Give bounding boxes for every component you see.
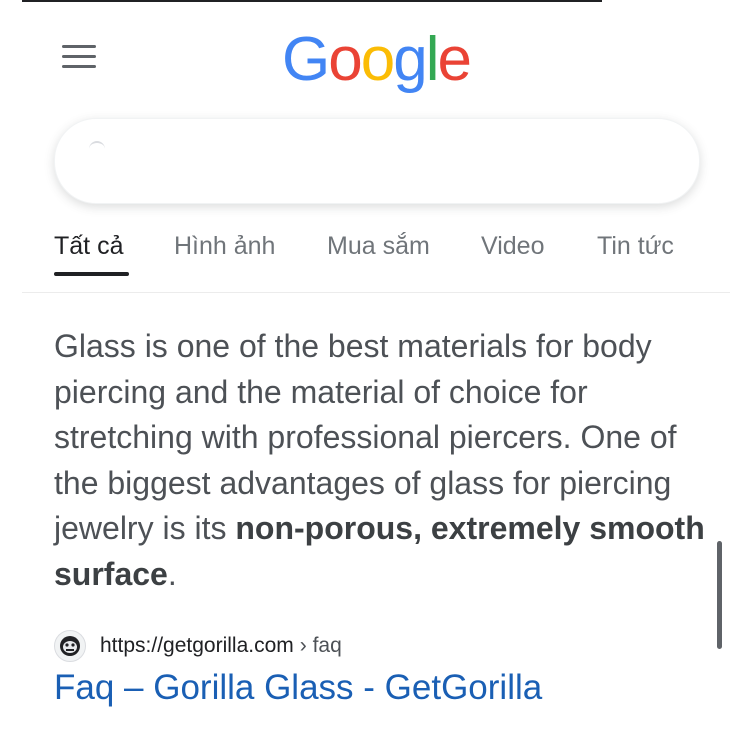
active-tab-indicator (54, 272, 129, 276)
scrollbar[interactable] (717, 541, 722, 649)
result-title-link[interactable]: Faq – Gorilla Glass - GetGorilla (54, 668, 542, 708)
tab-news[interactable]: Tin tức (597, 232, 674, 261)
status-bar-edge (22, 0, 602, 2)
logo-letter: l (425, 25, 440, 94)
tab-all[interactable]: Tất cả (54, 232, 123, 261)
google-logo[interactable]: Google (0, 20, 752, 100)
featured-snippet: Glass is one of the best materials for b… (54, 324, 714, 597)
logo-letter: g (393, 25, 428, 94)
tab-video[interactable]: Video (481, 232, 545, 261)
result-url: https://getgorilla.com (100, 634, 294, 657)
search-box[interactable] (54, 118, 700, 204)
logo-letter: G (282, 25, 330, 94)
result-source[interactable]: https://getgorilla.com › faq (54, 630, 342, 662)
text-cursor (89, 141, 105, 149)
divider (22, 292, 730, 293)
gorilla-favicon-icon (54, 630, 86, 662)
logo-letter: e (437, 25, 472, 94)
logo-letter: o (328, 25, 363, 94)
snippet-end: . (167, 555, 177, 592)
logo-letter: o (360, 25, 396, 94)
tab-images[interactable]: Hình ảnh (174, 232, 275, 261)
result-breadcrumb: › faq (299, 634, 342, 657)
tab-shopping[interactable]: Mua sắm (327, 232, 430, 261)
